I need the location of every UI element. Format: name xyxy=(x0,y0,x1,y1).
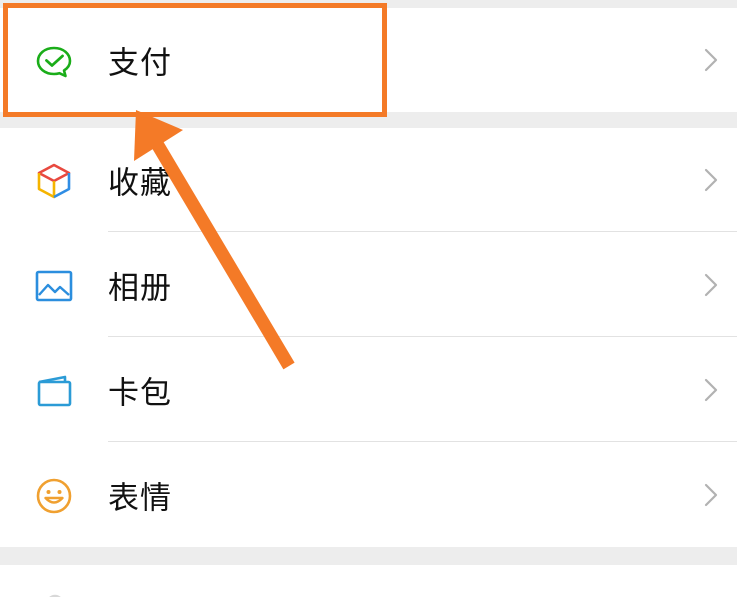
chevron-right-icon xyxy=(704,48,718,72)
menu-item-favorites[interactable]: 收藏 xyxy=(0,128,737,232)
menu-item-stickers-label: 表情 xyxy=(108,480,172,517)
group-separator xyxy=(0,0,737,8)
menu-item-stickers[interactable]: 表情 xyxy=(0,443,737,547)
menu-item-settings-partial[interactable] xyxy=(0,565,737,597)
row-divider xyxy=(108,336,737,337)
cube-icon xyxy=(37,163,71,199)
chevron-right-icon xyxy=(704,273,718,297)
menu-item-pay-label: 支付 xyxy=(108,45,172,82)
menu-item-cards-label: 卡包 xyxy=(108,375,172,412)
row-divider xyxy=(108,231,737,232)
group-separator xyxy=(0,547,737,565)
chevron-right-icon xyxy=(704,378,718,402)
menu-item-cards[interactable]: 卡包 xyxy=(0,338,737,442)
menu-item-album-label: 相册 xyxy=(108,270,172,307)
menu-item-pay[interactable]: 支付 xyxy=(0,8,737,112)
group-separator xyxy=(0,112,737,128)
wechat-me-page: 支付 收藏 相册 卡包 表情 xyxy=(0,0,737,597)
image-icon xyxy=(35,270,73,302)
wallet-icon xyxy=(37,375,72,407)
row-divider xyxy=(108,441,737,442)
menu-item-favorites-label: 收藏 xyxy=(108,165,172,202)
settings-icon xyxy=(49,594,61,597)
chevron-right-icon xyxy=(704,168,718,192)
wechat-pay-icon xyxy=(36,46,72,78)
smiley-icon xyxy=(36,478,72,514)
menu-item-album[interactable]: 相册 xyxy=(0,233,737,337)
chevron-right-icon xyxy=(704,483,718,507)
